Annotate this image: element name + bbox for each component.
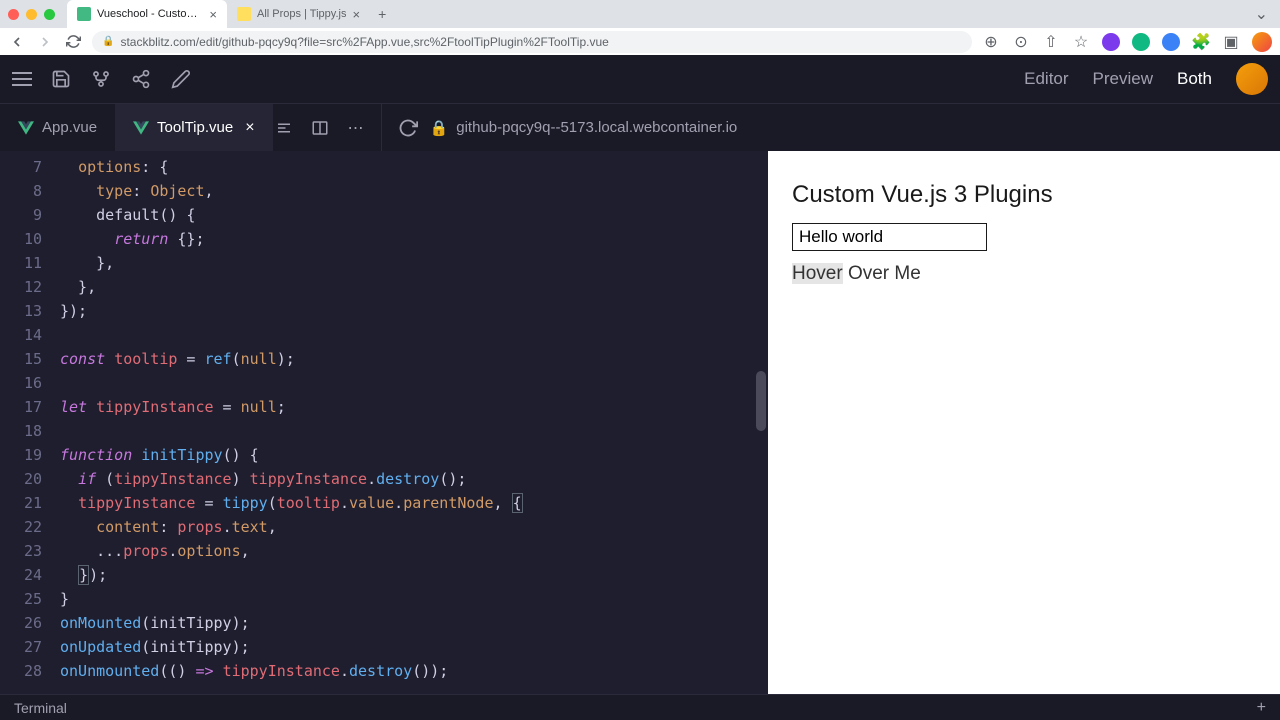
tabs-menu-icon[interactable]: ⌄ bbox=[1255, 4, 1268, 24]
main-split: 7891011121314151617181920212223242526272… bbox=[0, 151, 1280, 694]
sidepanel-icon[interactable]: ▣ bbox=[1222, 33, 1240, 51]
close-window-icon[interactable] bbox=[8, 9, 19, 20]
new-terminal-button[interactable]: + bbox=[1257, 699, 1266, 717]
close-tab-icon[interactable]: × bbox=[352, 7, 360, 22]
extension-2-icon[interactable] bbox=[1132, 33, 1150, 51]
back-button[interactable] bbox=[8, 33, 26, 51]
reload-button[interactable] bbox=[64, 33, 82, 51]
url-text: stackblitz.com/edit/github-pqcy9q?file=s… bbox=[120, 35, 608, 49]
fork-button[interactable] bbox=[90, 68, 112, 90]
code-content[interactable]: options: { type: Object, default() { ret… bbox=[60, 151, 768, 694]
browser-tab-bar: Vueschool - Custom Vue Js 3 ... × All Pr… bbox=[0, 0, 1280, 28]
extensions-icon[interactable]: 🧩 bbox=[1192, 33, 1210, 51]
format-icon[interactable] bbox=[273, 117, 295, 139]
share-button[interactable] bbox=[130, 68, 152, 90]
forward-button[interactable] bbox=[36, 33, 54, 51]
split-icon[interactable] bbox=[309, 117, 331, 139]
preview-pane: Custom Vue.js 3 Plugins Hover Over Me bbox=[768, 151, 1280, 694]
editor-view-button[interactable]: Editor bbox=[1024, 69, 1068, 89]
hover-target[interactable]: Hover Over Me bbox=[792, 263, 1256, 285]
preview-reload-button[interactable] bbox=[398, 118, 418, 138]
extension-3-icon[interactable] bbox=[1162, 33, 1180, 51]
file-tab-app[interactable]: App.vue bbox=[0, 104, 115, 152]
browser-chrome: Vueschool - Custom Vue Js 3 ... × All Pr… bbox=[0, 0, 1280, 55]
preview-content: Custom Vue.js 3 Plugins Hover Over Me bbox=[768, 151, 1280, 315]
minimize-window-icon[interactable] bbox=[26, 9, 37, 20]
tab-title: Vueschool - Custom Vue Js 3 ... bbox=[97, 8, 203, 20]
file-tab-label: App.vue bbox=[42, 119, 97, 136]
more-icon[interactable]: ⋯ bbox=[345, 117, 367, 139]
stackblitz-toolbar: Editor Preview Both bbox=[0, 55, 1280, 103]
browser-actions: ⊕ ⊙ ⇧ ☆ 🧩 ▣ bbox=[982, 32, 1272, 52]
scrollbar-vertical[interactable] bbox=[756, 371, 766, 431]
close-file-icon[interactable]: × bbox=[245, 119, 254, 137]
maximize-window-icon[interactable] bbox=[44, 9, 55, 20]
save-button[interactable] bbox=[50, 68, 72, 90]
vue-favicon-icon bbox=[77, 7, 91, 21]
preview-text-input[interactable] bbox=[792, 223, 987, 251]
profile-avatar-icon[interactable] bbox=[1252, 32, 1272, 52]
vue-icon bbox=[133, 121, 149, 135]
preview-url-text: github-pqcy9q--5173.local.webcontainer.i… bbox=[456, 119, 737, 136]
preview-address-bar: 🔒 github-pqcy9q--5173.local.webcontainer… bbox=[381, 104, 1280, 152]
install-icon[interactable]: ⊕ bbox=[982, 33, 1000, 51]
preview-heading: Custom Vue.js 3 Plugins bbox=[792, 181, 1256, 209]
menu-button[interactable] bbox=[12, 72, 32, 86]
preview-lock-icon: 🔒 bbox=[430, 119, 449, 137]
both-view-button[interactable]: Both bbox=[1177, 69, 1212, 89]
bookmark-icon[interactable]: ☆ bbox=[1072, 33, 1090, 51]
file-tab-label: ToolTip.vue bbox=[157, 119, 233, 136]
extension-1-icon[interactable] bbox=[1102, 33, 1120, 51]
terminal-bar[interactable]: Terminal + bbox=[0, 694, 1280, 720]
vue-icon bbox=[18, 121, 34, 135]
zoom-icon[interactable]: ⊙ bbox=[1012, 33, 1030, 51]
tab-title: All Props | Tippy.js bbox=[257, 8, 346, 20]
share-icon[interactable]: ⇧ bbox=[1042, 33, 1060, 51]
line-gutter: 7891011121314151617181920212223242526272… bbox=[0, 151, 60, 694]
new-tab-button[interactable]: + bbox=[370, 6, 394, 22]
user-avatar[interactable] bbox=[1236, 63, 1268, 95]
preview-view-button[interactable]: Preview bbox=[1093, 69, 1153, 89]
browser-tab-1[interactable]: Vueschool - Custom Vue Js 3 ... × bbox=[67, 0, 227, 28]
url-input[interactable]: 🔒 stackblitz.com/edit/github-pqcy9q?file… bbox=[92, 31, 972, 53]
browser-tab-2[interactable]: All Props | Tippy.js × bbox=[227, 0, 370, 28]
file-tabs-row: App.vue ToolTip.vue × ⋯ 🔒 github-pqcy9q-… bbox=[0, 103, 1280, 151]
window-controls bbox=[8, 9, 55, 20]
edit-button[interactable] bbox=[170, 68, 192, 90]
terminal-label: Terminal bbox=[14, 700, 67, 716]
close-tab-icon[interactable]: × bbox=[209, 7, 217, 22]
address-bar-row: 🔒 stackblitz.com/edit/github-pqcy9q?file… bbox=[0, 28, 1280, 55]
lock-icon: 🔒 bbox=[102, 36, 114, 47]
editor-pane[interactable]: 7891011121314151617181920212223242526272… bbox=[0, 151, 768, 694]
file-tab-tooltip[interactable]: ToolTip.vue × bbox=[115, 104, 273, 152]
tippy-favicon-icon bbox=[237, 7, 251, 21]
